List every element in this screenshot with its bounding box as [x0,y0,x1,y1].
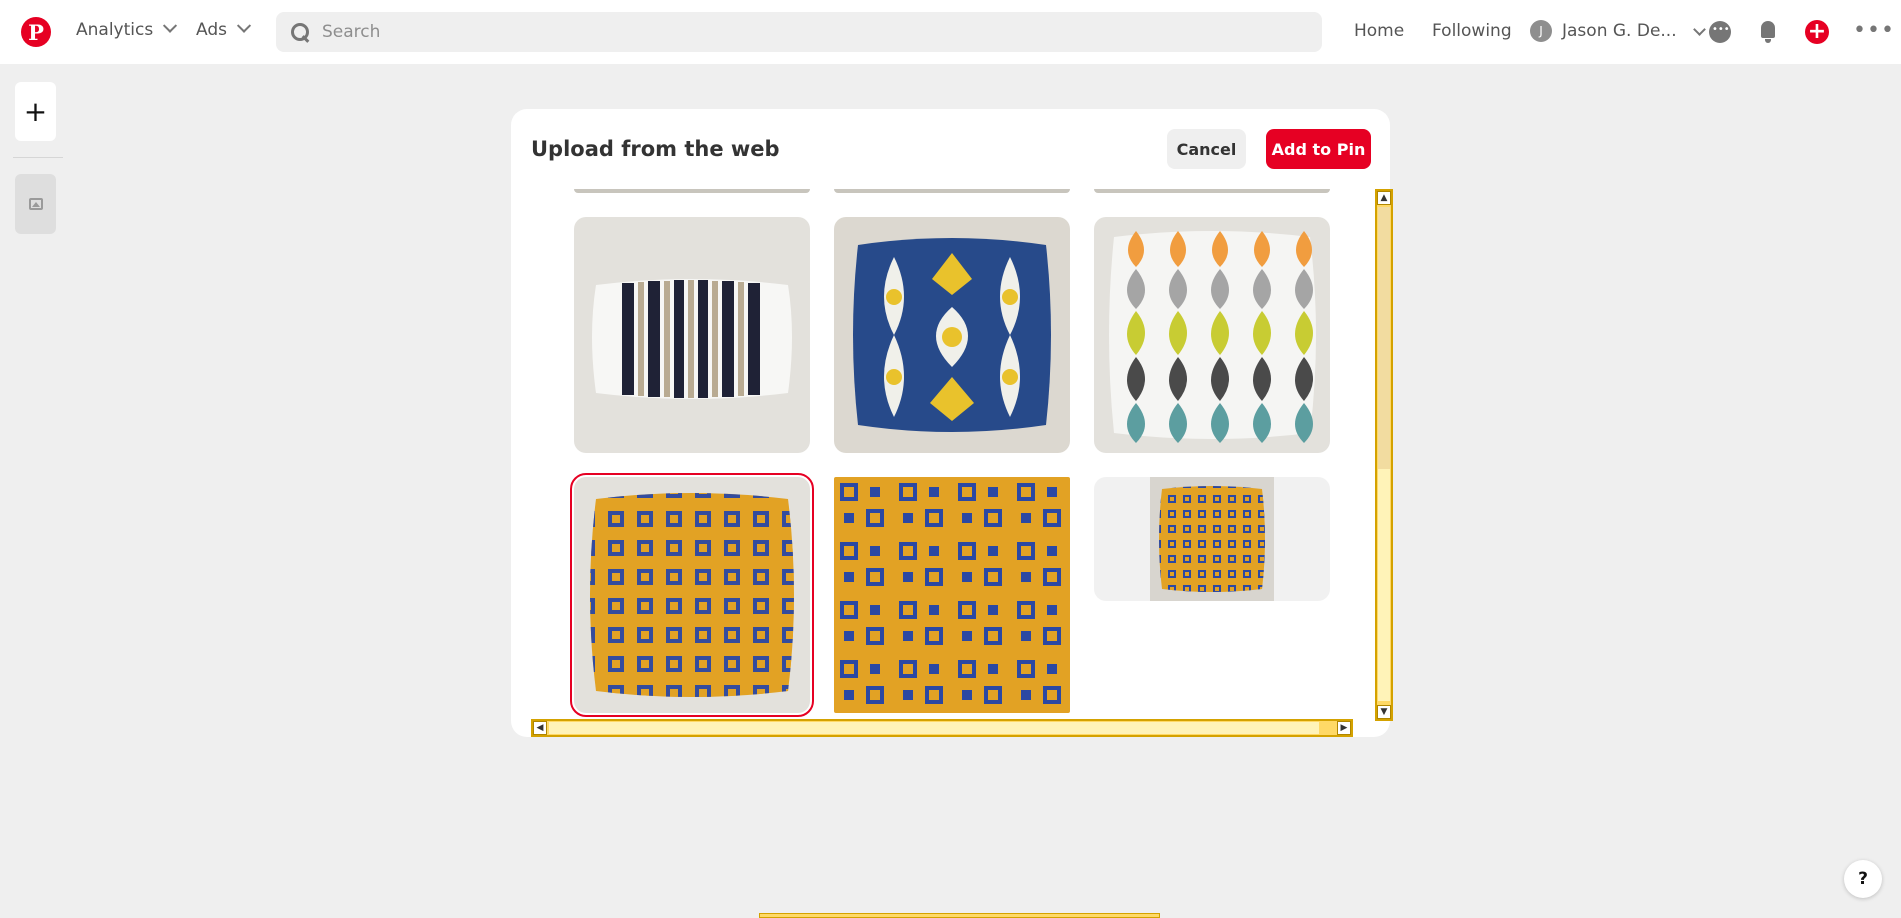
chevron-down-icon [163,18,178,33]
ikat-pillow-image [834,217,1070,453]
squares-pattern-image [834,477,1070,713]
upload-from-web-modal: Upload from the web Cancel Add to Pin ▲ … [511,109,1393,737]
scrollbar-thumb[interactable] [549,722,1319,734]
scrollbar-thumb[interactable] [1378,469,1390,701]
image-tile-partial[interactable] [834,189,1070,193]
user-name: Jason G. De... [1562,21,1677,41]
messages-icon[interactable] [1709,20,1733,44]
following-link[interactable]: Following [1432,21,1512,41]
scroll-up-arrow-icon[interactable]: ▲ [1377,191,1391,205]
top-nav-bar: P Analytics Ads Home Following J Jason G… [0,0,1901,64]
ads-dropdown[interactable]: Ads [196,18,252,40]
vertical-scrollbar[interactable]: ▲ ▼ [1375,189,1393,721]
plus-icon: + [23,95,48,128]
horizontal-scrollbar[interactable]: ◀ ▶ [531,719,1353,737]
more-options-icon[interactable]: ••• [1853,18,1895,43]
image-tile-ikat-pillow[interactable] [834,217,1070,453]
squares-pillow-image [574,477,810,713]
striped-pillow-image [574,217,810,453]
image-icon [28,198,43,210]
image-grid [531,189,1364,717]
help-button[interactable]: ? [1844,860,1882,898]
chevron-down-icon [236,18,252,33]
user-menu[interactable]: J Jason G. De... [1530,20,1706,42]
squares-pillow-small-image [1150,477,1274,601]
analytics-dropdown[interactable]: Analytics [76,18,178,40]
search-input[interactable] [322,22,1222,42]
notifications-bell-icon[interactable] [1757,20,1781,44]
create-plus-icon[interactable]: + [1805,20,1829,44]
analytics-label: Analytics [76,20,154,40]
image-tile-partial[interactable] [1094,189,1330,193]
image-tile-partial[interactable] [574,189,810,193]
cancel-button[interactable]: Cancel [1167,129,1246,169]
pinterest-logo-icon[interactable]: P [21,17,51,47]
search-icon [290,22,310,42]
ads-label: Ads [196,20,227,40]
avatar: J [1530,20,1552,42]
teardrop-pillow-image [1094,217,1330,453]
home-link[interactable]: Home [1354,21,1404,41]
search-bar[interactable] [276,12,1322,52]
image-thumbnail-button[interactable] [15,174,56,234]
image-tile-striped-pillow[interactable] [574,217,810,453]
bottom-scroll-strip [759,913,1160,918]
scroll-down-arrow-icon[interactable]: ▼ [1377,705,1391,719]
add-image-button[interactable]: + [15,82,56,141]
divider [13,157,63,158]
image-tile-squares-pattern[interactable] [834,477,1070,713]
image-tile-teardrop-pillow[interactable] [1094,217,1330,453]
image-tile-squares-pillow-small[interactable] [1094,477,1330,601]
add-to-pin-button[interactable]: Add to Pin [1266,129,1371,169]
scroll-right-arrow-icon[interactable]: ▶ [1337,721,1351,735]
scroll-left-arrow-icon[interactable]: ◀ [533,721,547,735]
modal-title: Upload from the web [531,137,780,161]
image-tile-squares-pillow-selected[interactable] [570,473,814,717]
scrollbar-track [1378,207,1390,469]
chevron-down-icon [1692,22,1706,36]
